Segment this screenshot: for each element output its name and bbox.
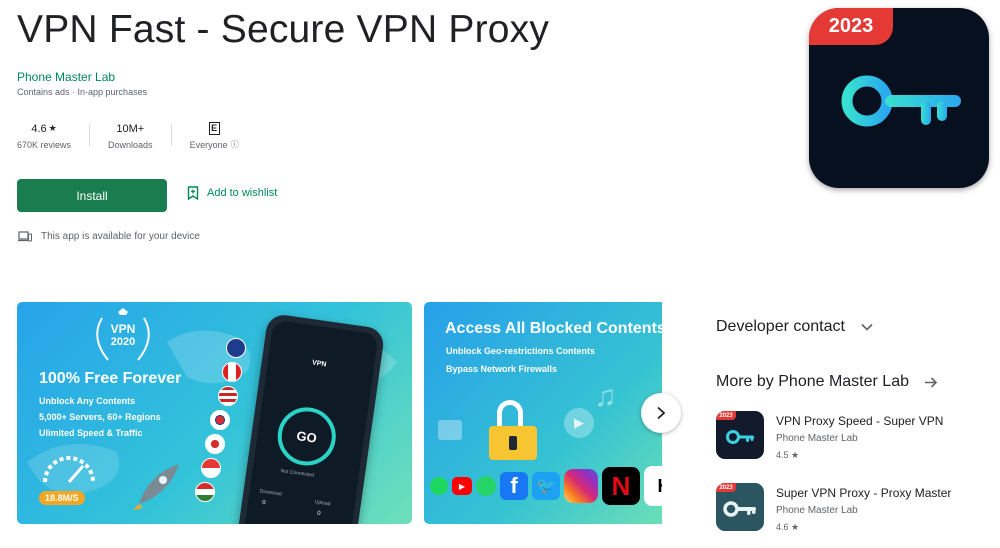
youtube-icon: ▶ [452, 477, 472, 495]
instagram-icon [564, 469, 598, 503]
go-label: GO [295, 427, 318, 446]
app-logos-row: ▶ f 🐦 N H [430, 466, 662, 506]
spotify-icon [430, 477, 448, 495]
key-icon [841, 75, 961, 127]
speedometer-icon [43, 456, 95, 483]
rating-value: 4.6 [31, 122, 47, 135]
whatsapp-icon [476, 476, 496, 496]
flag-hungary-icon [195, 482, 215, 502]
twitter-icon: 🐦 [532, 472, 560, 500]
device-note: This app is available for your device [41, 231, 200, 242]
shot1-line-3: Ulimited Speed & Traffic [39, 428, 143, 438]
flag-korea-icon [210, 410, 230, 430]
facebook-icon: f [500, 472, 528, 500]
more-app-name: VPN Proxy Speed - Super VPN [776, 414, 944, 428]
more-app-rating: 4.6 ★ [776, 522, 800, 532]
more-app-item[interactable]: 2023 VPN Proxy Speed - Super VPN Phone M… [716, 411, 943, 461]
more-app-icon: 2023 [716, 411, 764, 459]
device-availability: This app is available for your device [18, 231, 200, 242]
bookmark-add-icon [187, 186, 199, 200]
downloads-value: 10M+ [116, 122, 145, 135]
more-by-developer-link[interactable]: More by Phone Master Lab [716, 373, 938, 391]
esrb-everyone-icon: E [208, 121, 220, 135]
shot1-line-2: 5,000+ Servers, 60+ Regions [39, 412, 161, 422]
more-app-developer: Phone Master Lab [776, 433, 858, 444]
unlocked-padlock-icon [489, 400, 537, 460]
screenshot-2[interactable]: Access All Blocked Contents Unblock Geo-… [424, 302, 662, 524]
ads-purchases-note: Contains ads · In-app purchases [17, 87, 148, 97]
screenshot-1[interactable]: VPN 2020 100% Free Forever Unblock Any C… [17, 302, 412, 524]
more-app-item[interactable]: 2023 Super VPN Proxy - Proxy Master Phon… [716, 483, 951, 533]
more-app-icon: 2023 [716, 483, 764, 531]
content-rating-stat: E Everyone ⓘ [172, 120, 257, 150]
screenshot-carousel[interactable]: VPN 2020 100% Free Forever Unblock Any C… [17, 302, 662, 524]
key-icon [723, 501, 756, 517]
wishlist-label: Add to wishlist [207, 187, 278, 199]
reviews-count: 670K reviews [17, 139, 72, 150]
info-icon[interactable]: ⓘ [231, 139, 239, 150]
more-app-rating: 4.5 ★ [776, 450, 800, 460]
flag-canada-icon [222, 362, 242, 382]
developer-contact-toggle[interactable]: Developer contact [716, 318, 873, 336]
install-button[interactable]: Install [17, 179, 167, 212]
app-title: VPN Fast - Secure VPN Proxy [17, 8, 550, 51]
app-icon: 2023 [809, 8, 989, 188]
vpn-badge-year: 2020 [110, 336, 136, 348]
more-by-label: More by Phone Master Lab [716, 373, 909, 390]
hbo-icon: H [644, 466, 662, 506]
vpn-badge-title: VPN [110, 322, 136, 336]
rocket-icon [133, 464, 179, 510]
more-app-developer: Phone Master Lab [776, 505, 858, 516]
wishlist-button[interactable]: Add to wishlist [187, 186, 277, 200]
flag-singapore-icon [201, 458, 221, 478]
shot1-headline: 100% Free Forever [39, 370, 182, 387]
devices-icon [18, 231, 32, 242]
developer-contact-label: Developer contact [716, 318, 845, 335]
chevron-right-icon [657, 406, 666, 420]
chevron-down-icon [861, 323, 873, 331]
shot2-line-2: Bypass Network Firewalls [446, 364, 558, 374]
shot2-headline: Access All Blocked Contents [445, 320, 662, 337]
play-icon: ▶ [564, 408, 594, 438]
developer-link[interactable]: Phone Master Lab [17, 70, 115, 84]
image-icon [438, 420, 462, 440]
shot2-line-1: Unblock Geo-restrictions Contents [446, 346, 596, 356]
music-note-icon: ♫ [594, 380, 617, 413]
rating-stat[interactable]: 4.6 ★ 670K reviews [17, 121, 89, 150]
more-app-name: Super VPN Proxy - Proxy Master [776, 486, 952, 500]
arrow-right-icon [925, 376, 938, 388]
downloads-label: Downloads [108, 139, 153, 150]
downloads-stat: 10M+ Downloads [90, 121, 171, 150]
stats-row: 4.6 ★ 670K reviews 10M+ Downloads E Every… [17, 120, 257, 150]
flag-japan-icon [205, 434, 225, 454]
shot1-line-1: Unblock Any Contents [39, 396, 136, 406]
carousel-next-button[interactable] [641, 393, 681, 433]
speed-badge: 18.8M/S [39, 491, 85, 505]
key-icon [726, 430, 754, 444]
content-rating-label: Everyone [189, 139, 228, 150]
star-icon: ★ [48, 123, 57, 133]
netflix-icon: N [602, 467, 640, 505]
flag-usa-icon [218, 386, 238, 406]
flag-uk-icon [226, 338, 246, 358]
